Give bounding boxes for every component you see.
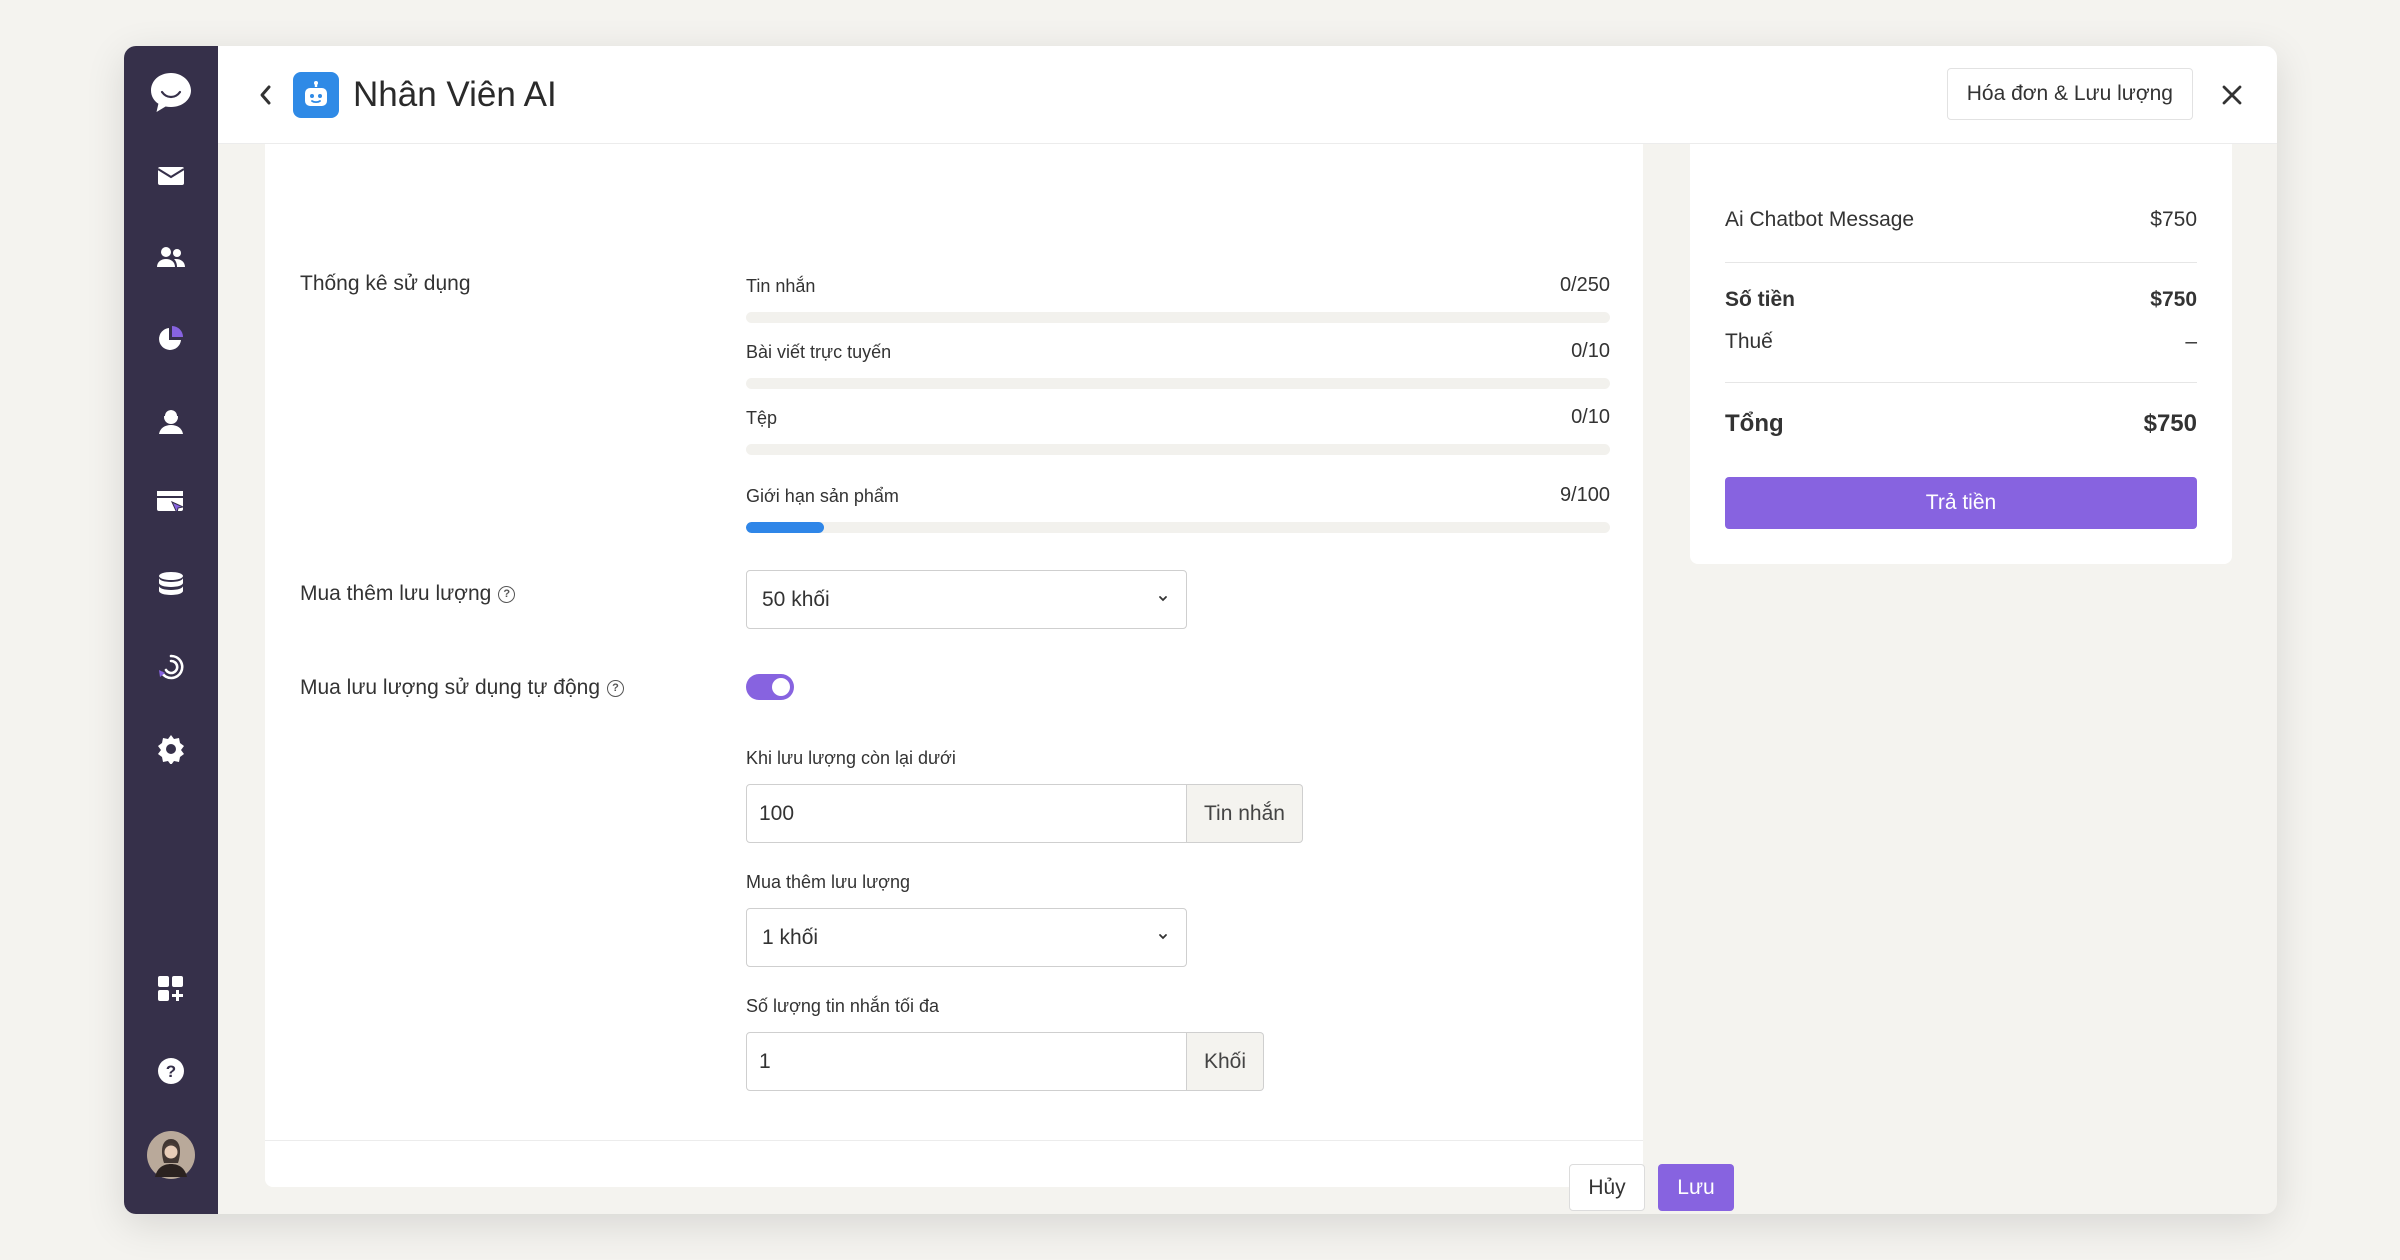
help-circle-icon[interactable]: ? [498,585,516,603]
storage-settings-card: Thống kê sử dụng Tin nhắn 0/250 Bài viết… [265,144,1734,1211]
page-title: Nhân Viên AI [353,75,557,114]
settings-icon[interactable] [124,732,218,766]
extra-blocks-select[interactable]: 1 khối [746,908,1187,967]
threshold-input[interactable]: 100 [746,784,1187,843]
usage-label: Tin nhắn [746,276,816,296]
auto-purchase-label-text: Mua lưu lượng sử dụng tự động [300,676,600,699]
summary-tax-row: Thuế – [1725,330,2197,354]
app-window: ? Nhân Viên AI Hóa đơn & Lưu lượng Thống… [124,46,2277,1214]
purchase-label-text: Mua thêm lưu lượng [300,582,492,605]
usage-item-messages: Tin nhắn 0/250 [746,274,1610,326]
back-button[interactable] [250,80,280,110]
inbox-icon[interactable] [124,160,218,190]
usage-section-label: Thống kê sử dụng [300,272,471,296]
summary-line-item: Ai Chatbot Message $750 [1725,208,2197,232]
header: Nhân Viên AI Hóa đơn & Lưu lượng [218,46,2277,144]
toggle-knob [772,678,790,696]
chevron-down-icon [1159,596,1167,602]
usage-item-products: Giới hạn sản phẩm 9/100 [746,484,1610,536]
threshold-input-group: 100 Tin nhắn [746,784,1303,843]
usage-progress-fill [746,522,824,533]
usage-value: 0/250 [1559,274,1610,296]
summary-tax-label: Thuế [1725,330,1773,353]
campaigns-icon[interactable] [124,486,218,520]
invoice-usage-button[interactable]: Hóa đơn & Lưu lượng [1946,68,2193,120]
database-icon[interactable] [124,568,218,602]
usage-value: 9/100 [1559,484,1610,506]
summary-amount-value: $750 [2150,288,2197,311]
close-button[interactable] [2215,78,2249,112]
order-summary-card: Ai Chatbot Message $750 Số tiền $750 Thu… [1690,144,2232,564]
max-messages-label: Số lượng tin nhắn tối đa [746,996,939,1016]
pay-button[interactable]: Trả tiền [1725,477,2197,529]
max-messages-input-group: 1 Khối [746,1032,1265,1091]
usage-label: Tệp [746,408,778,428]
summary-total-row: Tổng $750 [1725,410,2197,438]
summary-total-value: $750 [2143,410,2197,437]
purchase-label: Mua thêm lưu lượng ? [300,582,516,606]
avatar[interactable] [124,1130,218,1180]
chevron-left-icon [260,85,271,105]
save-button[interactable]: Lưu [1658,1164,1734,1211]
contacts-icon[interactable] [124,242,218,272]
summary-amount-label: Số tiền [1725,288,1796,311]
usage-label: Giới hạn sản phẩm [746,486,899,506]
max-messages-input[interactable]: 1 [746,1032,1187,1091]
close-icon [2222,85,2242,105]
summary-amount-row: Số tiền $750 [1725,288,2197,312]
sidebar: ? [124,46,218,1214]
agent-icon[interactable] [124,406,218,436]
summary-total-label: Tổng [1725,410,1784,437]
chat-bubble-icon[interactable] [124,68,218,118]
max-messages-unit: Khối [1187,1032,1265,1091]
usage-section-title: Thống kê sử dụng [300,272,471,295]
usage-value: 0/10 [1571,406,1610,428]
summary-item-label: Ai Chatbot Message [1725,208,1915,231]
auto-purchase-label: Mua lưu lượng sử dụng tự động ? [300,676,624,700]
apps-icon[interactable] [124,972,218,1006]
purchase-blocks-select[interactable]: 50 khối [746,570,1187,629]
summary-item-price: $750 [2150,208,2197,231]
usage-progress-bar [746,312,1610,323]
help-icon[interactable]: ? [124,1054,218,1088]
usage-progress-bar [746,522,1610,533]
svg-text:?: ? [166,1062,176,1081]
bot-logo-icon [293,72,339,118]
usage-label: Bài viết trực tuyến [746,342,892,362]
summary-tax-value: – [2185,330,2197,353]
usage-value: 0/10 [1571,340,1610,362]
usage-item-articles: Bài viết trực tuyến 0/10 [746,340,1610,392]
threshold-unit: Tin nhắn [1187,784,1303,843]
usage-progress-bar [746,378,1610,389]
summary-divider [1725,382,2197,383]
chevron-down-icon [1159,934,1167,940]
cancel-button[interactable]: Hủy [1569,1164,1645,1211]
integrations-icon[interactable] [124,650,218,684]
purchase-selected-value: 50 khối [762,587,830,611]
extra-purchase-label: Mua thêm lưu lượng [746,872,910,892]
threshold-label: Khi lưu lượng còn lại dưới [746,748,956,768]
reports-icon[interactable] [124,324,218,354]
extra-selected-value: 1 khối [762,925,819,949]
auto-purchase-toggle[interactable] [746,674,794,700]
footer-divider [265,1140,1643,1141]
usage-item-files: Tệp 0/10 [746,406,1610,458]
help-circle-icon[interactable]: ? [607,679,624,697]
usage-progress-bar [746,444,1610,455]
summary-divider [1725,262,2197,263]
